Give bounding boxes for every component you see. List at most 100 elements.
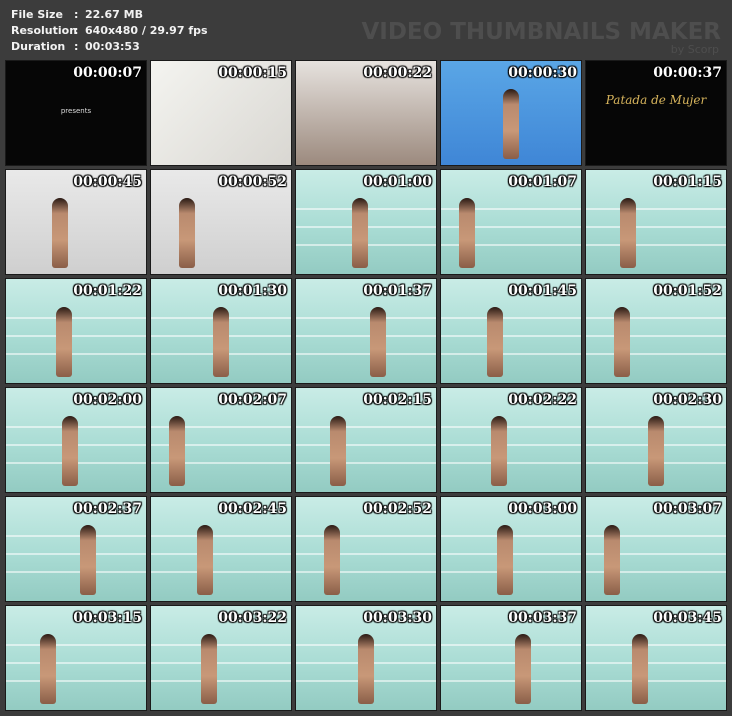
wall-panel-line xyxy=(6,662,146,664)
wall-panel-line xyxy=(6,353,146,355)
thumbnail-timestamp: 00:01:07 xyxy=(508,174,577,190)
person-figure xyxy=(179,198,195,268)
person-figure xyxy=(614,307,630,377)
person-figure xyxy=(491,416,507,486)
thumbnail[interactable]: 00:02:37 xyxy=(5,496,147,602)
wall-panel-line xyxy=(441,462,581,464)
thumbnail[interactable]: Patada de Mujer 00:00:37 xyxy=(585,60,727,166)
wall-panel-line xyxy=(586,662,726,664)
wall-panel-line xyxy=(441,662,581,664)
thumbnail[interactable]: presents 00:00:07 xyxy=(5,60,147,166)
person-figure xyxy=(515,634,531,704)
thumbnail-timestamp: 00:01:45 xyxy=(508,283,577,299)
thumbnail[interactable]: 00:02:30 xyxy=(585,387,727,493)
thumbnail-timestamp: 00:03:22 xyxy=(218,610,287,626)
title-card-text: Patada de Mujer xyxy=(605,93,707,107)
wall-panel-line xyxy=(6,680,146,682)
thumbnail[interactable]: 00:01:00 xyxy=(295,169,437,275)
thumbnail-grid: presents 00:00:07 00:00:15 00:00:22 00:00:30… xyxy=(5,60,727,711)
wall-panel-line xyxy=(296,535,436,537)
separator: : xyxy=(74,24,79,37)
thumbnail-timestamp: 00:03:45 xyxy=(653,610,722,626)
wall-panel-line xyxy=(441,317,581,319)
thumbnail-timestamp: 00:00:37 xyxy=(653,65,722,81)
wall-panel-line xyxy=(441,444,581,446)
thumbnail[interactable]: 00:03:37 xyxy=(440,605,582,711)
wall-panel-line xyxy=(6,335,146,337)
wall-panel-line xyxy=(6,553,146,555)
person-figure xyxy=(40,634,56,704)
thumbnail-timestamp: 00:02:45 xyxy=(218,501,287,517)
person-figure xyxy=(330,416,346,486)
person-figure xyxy=(370,307,386,377)
thumbnail[interactable]: 00:00:52 xyxy=(150,169,292,275)
thumbnail-timestamp: 00:01:52 xyxy=(653,283,722,299)
thumbnail[interactable]: 00:03:22 xyxy=(150,605,292,711)
separator: : xyxy=(74,8,79,21)
wall-panel-line xyxy=(586,353,726,355)
thumbnail[interactable]: 00:03:15 xyxy=(5,605,147,711)
file-size-label: File Size xyxy=(11,8,63,21)
thumbnail-timestamp: 00:01:30 xyxy=(218,283,287,299)
wall-panel-line xyxy=(441,644,581,646)
person-figure xyxy=(648,416,664,486)
thumbnail-timestamp: 00:02:00 xyxy=(73,392,142,408)
thumbnail[interactable]: 00:02:00 xyxy=(5,387,147,493)
thumbnail-timestamp: 00:03:15 xyxy=(73,610,142,626)
thumbnail-timestamp: 00:00:15 xyxy=(218,65,287,81)
person-figure xyxy=(503,89,519,159)
thumbnail[interactable]: 00:03:30 xyxy=(295,605,437,711)
thumbnail-timestamp: 00:02:22 xyxy=(508,392,577,408)
person-figure xyxy=(497,525,513,595)
wall-panel-line xyxy=(6,317,146,319)
wall-panel-line xyxy=(151,535,291,537)
resolution-value: 640x480 / 29.97 fps xyxy=(85,24,208,37)
thumbnail-timestamp: 00:02:30 xyxy=(653,392,722,408)
resolution-label: Resolution xyxy=(11,24,78,37)
file-size-row: File Size : 22.67 MB xyxy=(11,7,208,23)
thumbnail-timestamp: 00:01:00 xyxy=(363,174,432,190)
thumbnail-timestamp: 00:02:52 xyxy=(363,501,432,517)
file-size-value: 22.67 MB xyxy=(85,8,143,21)
thumbnail-timestamp: 00:00:22 xyxy=(363,65,432,81)
thumbnail[interactable]: 00:00:30 xyxy=(440,60,582,166)
thumbnail-timestamp: 00:02:15 xyxy=(363,392,432,408)
thumbnail[interactable]: 00:01:37 xyxy=(295,278,437,384)
thumbnail[interactable]: 00:01:45 xyxy=(440,278,582,384)
thumbnail[interactable]: 00:03:45 xyxy=(585,605,727,711)
thumbnail[interactable]: 00:00:45 xyxy=(5,169,147,275)
wall-panel-line xyxy=(296,553,436,555)
thumbnail[interactable]: 00:02:15 xyxy=(295,387,437,493)
wall-panel-line xyxy=(586,644,726,646)
wall-panel-line xyxy=(296,335,436,337)
thumbnail-timestamp: 00:01:22 xyxy=(73,283,142,299)
thumbnail[interactable]: 00:02:07 xyxy=(150,387,292,493)
person-figure xyxy=(324,525,340,595)
wall-panel-line xyxy=(586,317,726,319)
thumbnail[interactable]: 00:01:07 xyxy=(440,169,582,275)
thumbnail[interactable]: 00:00:15 xyxy=(150,60,292,166)
thumbnail[interactable]: 00:02:22 xyxy=(440,387,582,493)
thumbnail-timestamp: 00:02:07 xyxy=(218,392,287,408)
person-figure xyxy=(487,307,503,377)
person-figure xyxy=(197,525,213,595)
wall-panel-line xyxy=(586,335,726,337)
wall-panel-line xyxy=(6,535,146,537)
thumbnail[interactable]: 00:02:52 xyxy=(295,496,437,602)
file-info-panel: File Size : 22.67 MB Resolution : 640x48… xyxy=(11,7,208,55)
duration-row: Duration : 00:03:53 xyxy=(11,39,208,55)
thumbnail[interactable]: 00:02:45 xyxy=(150,496,292,602)
wall-panel-line xyxy=(151,662,291,664)
person-figure xyxy=(201,634,217,704)
thumbnail[interactable]: 00:01:22 xyxy=(5,278,147,384)
wall-panel-line xyxy=(296,426,436,428)
duration-label: Duration xyxy=(11,40,66,53)
person-figure xyxy=(352,198,368,268)
thumbnail[interactable]: 00:01:15 xyxy=(585,169,727,275)
thumbnail[interactable]: 00:01:52 xyxy=(585,278,727,384)
thumbnail[interactable]: 00:00:22 xyxy=(295,60,437,166)
thumbnail[interactable]: 00:03:00 xyxy=(440,496,582,602)
wall-panel-line xyxy=(296,317,436,319)
thumbnail[interactable]: 00:03:07 xyxy=(585,496,727,602)
thumbnail[interactable]: 00:01:30 xyxy=(150,278,292,384)
